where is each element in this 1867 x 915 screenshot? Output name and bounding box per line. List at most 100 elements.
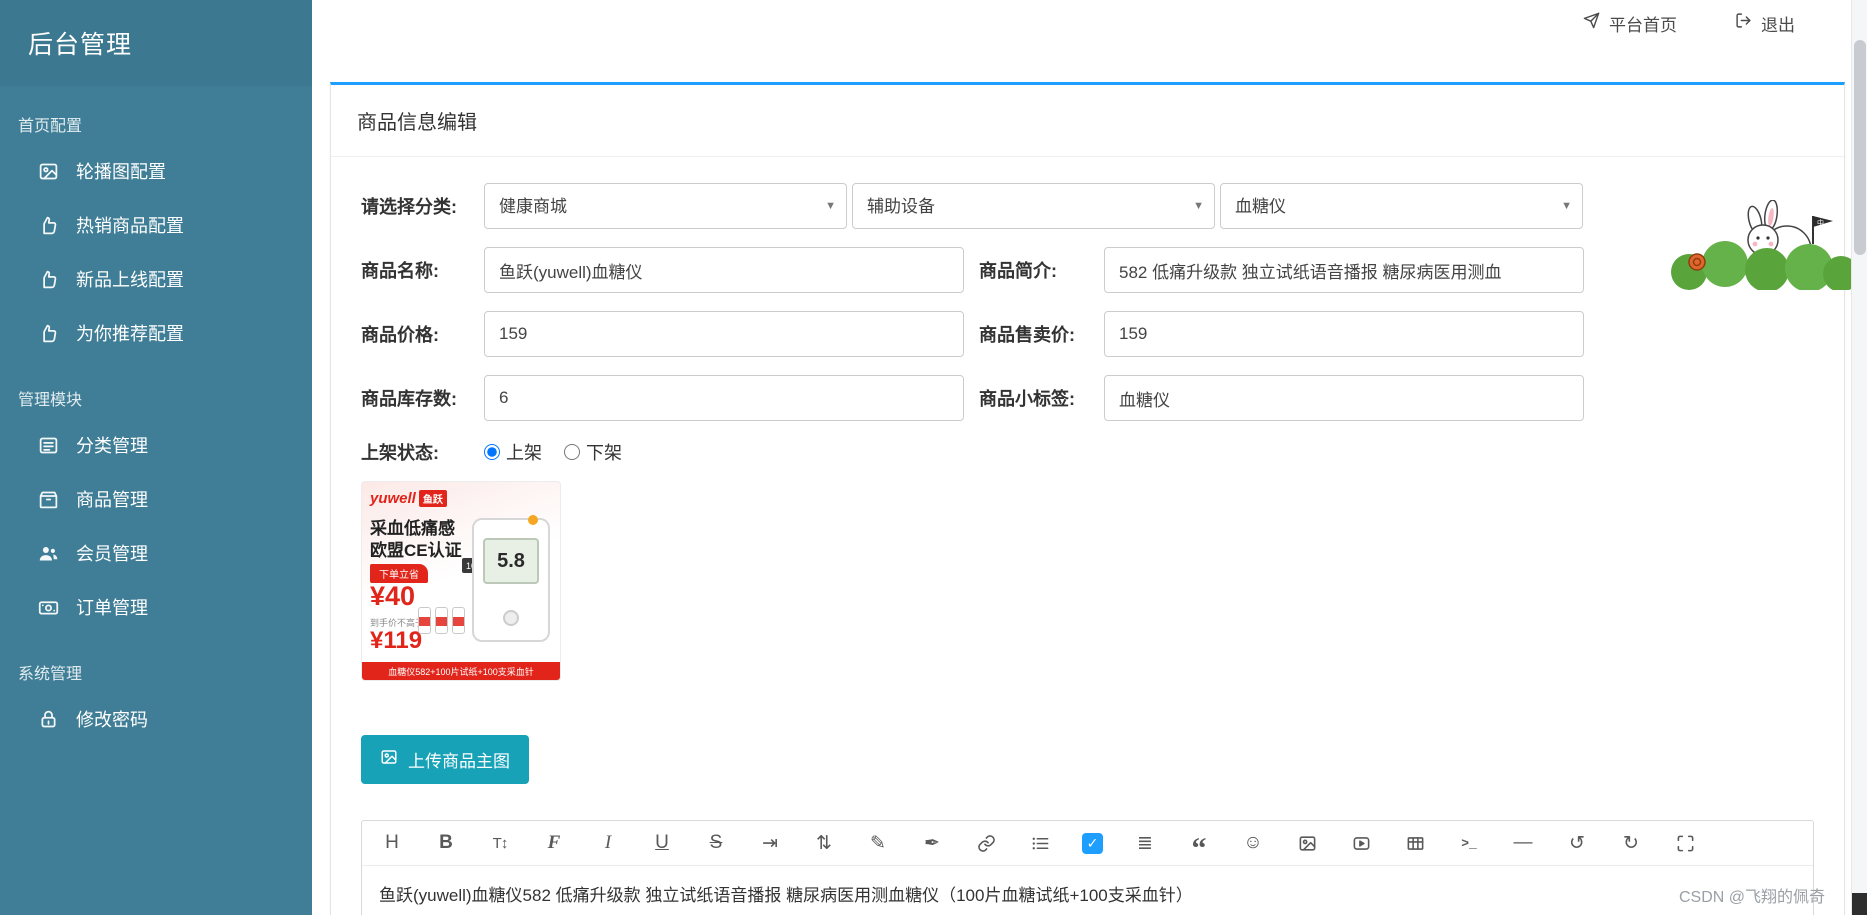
- upload-main-image-button[interactable]: 上传商品主图: [361, 735, 529, 784]
- product-sale-price-input[interactable]: [1104, 311, 1584, 357]
- product-main-image-preview[interactable]: yuwell鱼跃 采血低痛感 欧盟CE认证 100片 下单立省 ¥40 到手价不…: [361, 481, 561, 681]
- font-color-brush-icon[interactable]: ✒: [920, 831, 944, 855]
- status-on-radio[interactable]: [484, 444, 500, 460]
- quote-icon[interactable]: “: [1187, 831, 1211, 864]
- paper-plane-icon: [1583, 12, 1600, 34]
- bold-icon[interactable]: B: [434, 831, 458, 855]
- fullscreen-icon[interactable]: [1673, 831, 1697, 855]
- status-on-option[interactable]: 上架: [484, 439, 542, 465]
- promo-headline-2: 欧盟CE认证: [370, 541, 462, 560]
- insert-image-icon[interactable]: [1295, 831, 1319, 855]
- category-select-level2[interactable]: 辅助设备: [852, 183, 1215, 229]
- sidebar-item-label: 修改密码: [76, 710, 148, 730]
- sidebar-item-label: 新品上线配置: [76, 270, 184, 290]
- promo-bottom-strip: 血糖仪582+100片试纸+100支采血针: [362, 662, 560, 680]
- thumbs-up-icon: [36, 214, 60, 236]
- sidebar-item-member-management[interactable]: 会员管理: [0, 526, 312, 580]
- product-tag-input[interactable]: [1104, 375, 1584, 421]
- product-price-label: 商品价格:: [361, 325, 439, 345]
- sidebar-item-label: 热销商品配置: [76, 216, 184, 236]
- code-block-icon[interactable]: >_: [1457, 831, 1481, 855]
- promo-price: ¥119: [370, 627, 423, 654]
- users-icon: [36, 542, 60, 564]
- status-off-option[interactable]: 下架: [564, 439, 622, 465]
- insert-video-icon[interactable]: [1349, 831, 1373, 855]
- insert-table-icon[interactable]: [1403, 831, 1427, 855]
- archive-box-icon: [36, 488, 60, 510]
- product-intro-label: 商品简介:: [979, 261, 1057, 281]
- editor-toolbar: H B T↕ F I U S ⇥ ⇅ ✎ ✒ ✓ ≣ “ ☺ >_ — ↺ ↻: [362, 821, 1813, 866]
- thumbs-up-icon: [36, 268, 60, 290]
- horizontal-rule-icon[interactable]: —: [1511, 831, 1535, 855]
- product-sale-price-label: 商品售卖价:: [979, 325, 1075, 345]
- status-off-radio[interactable]: [564, 444, 580, 460]
- sidebar-item-hot-products-config[interactable]: 热销商品配置: [0, 198, 312, 252]
- scrollbar-thumb[interactable]: [1854, 40, 1866, 255]
- emoji-icon[interactable]: ☺: [1241, 831, 1265, 855]
- logout-link[interactable]: 退出: [1735, 11, 1795, 36]
- align-justify-icon[interactable]: ≣: [1133, 831, 1157, 855]
- product-edit-card: 商品信息编辑 请选择分类: 健康商城 ▼ 辅助设备 ▼ 血糖仪 ▼ 商品名称: …: [330, 82, 1845, 915]
- topbar: 平台首页 退出: [312, 0, 1867, 46]
- sidebar-item-order-management[interactable]: 订单管理: [0, 580, 312, 634]
- sidebar-item-change-password[interactable]: 修改密码: [0, 692, 312, 746]
- indent-icon[interactable]: ⇥: [758, 831, 782, 855]
- sidebar-item-new-products-config[interactable]: 新品上线配置: [0, 252, 312, 306]
- heading-icon[interactable]: H: [380, 831, 404, 855]
- status-row: 上架状态: 上架 下架: [361, 439, 1814, 465]
- redo-icon[interactable]: ↻: [1619, 831, 1643, 855]
- product-intro-input[interactable]: [1104, 247, 1584, 293]
- name-intro-row: 商品名称: 商品简介:: [361, 247, 1814, 293]
- rich-text-editor: H B T↕ F I U S ⇥ ⇅ ✎ ✒ ✓ ≣ “ ☺ >_ — ↺ ↻ …: [361, 820, 1814, 915]
- csdn-watermark: CSDN @飞翔的佩奇: [1678, 889, 1825, 906]
- app-title: 后台管理: [0, 0, 312, 86]
- sidebar-item-category-management[interactable]: 分类管理: [0, 418, 312, 472]
- money-icon: [36, 596, 60, 618]
- undo-icon[interactable]: ↺: [1565, 831, 1589, 855]
- product-name-input[interactable]: [484, 247, 964, 293]
- sidebar-item-label: 订单管理: [76, 598, 148, 618]
- card-title: 商品信息编辑: [331, 85, 1844, 157]
- sidebar-item-label: 分类管理: [76, 436, 148, 456]
- sidebar-item-recommend-config[interactable]: 为你推荐配置: [0, 306, 312, 360]
- product-stock-input[interactable]: [484, 375, 964, 421]
- sidebar-item-label: 为你推荐配置: [76, 324, 184, 344]
- category-row: 请选择分类: 健康商城 ▼ 辅助设备 ▼ 血糖仪 ▼: [361, 183, 1814, 229]
- upload-button-label: 上传商品主图: [408, 752, 510, 771]
- promo-brand: yuwell 鱼跃: [370, 490, 447, 507]
- highlight-pen-icon[interactable]: ✎: [866, 831, 890, 855]
- strikethrough-icon[interactable]: S: [704, 831, 728, 855]
- product-price-input[interactable]: [484, 311, 964, 357]
- platform-home-link[interactable]: 平台首页: [1583, 11, 1677, 36]
- sidebar-item-label: 会员管理: [76, 544, 148, 564]
- product-tag-label: 商品小标签:: [979, 389, 1075, 409]
- sidebar-item-product-management[interactable]: 商品管理: [0, 472, 312, 526]
- logout-label: 退出: [1761, 15, 1795, 35]
- todo-checkbox-icon[interactable]: ✓: [1082, 832, 1103, 854]
- lock-icon: [36, 708, 60, 730]
- sidebar: 后台管理 首页配置 轮播图配置 热销商品配置 新品上线配置 为你推荐配置 管理模…: [0, 0, 312, 915]
- promo-save-amount: ¥40: [370, 581, 416, 611]
- category-select-level1[interactable]: 健康商城: [484, 183, 847, 229]
- price-row: 商品价格: 商品售卖价:: [361, 311, 1814, 357]
- status-label: 上架状态:: [361, 443, 439, 463]
- font-size-icon[interactable]: T↕: [488, 831, 512, 855]
- underline-icon[interactable]: U: [650, 831, 674, 855]
- italic-icon[interactable]: I: [596, 831, 620, 855]
- test-strip-vials: [418, 607, 465, 634]
- meter-indicator-dot: [528, 515, 538, 525]
- editor-content[interactable]: 鱼跃(yuwell)血糖仪582 低痛升级款 独立试纸语音播报 糖尿病医用测血糖…: [362, 866, 1813, 915]
- scrollbar-corner: [1852, 893, 1867, 915]
- link-icon[interactable]: [974, 831, 998, 855]
- status-on-label: 上架: [506, 443, 542, 463]
- sidebar-section-system: 系统管理: [18, 666, 83, 683]
- font-family-icon[interactable]: F: [542, 831, 566, 855]
- sidebar-item-carousel-config[interactable]: 轮播图配置: [0, 144, 312, 198]
- vertical-scrollbar[interactable]: [1851, 0, 1867, 915]
- line-height-icon[interactable]: ⇅: [812, 831, 836, 855]
- bullet-list-icon[interactable]: [1028, 831, 1052, 855]
- glucose-meter-illustration: 5.8: [472, 515, 550, 642]
- category-select-level3[interactable]: 血糖仪: [1220, 183, 1583, 229]
- main-content: 平台首页 退出 商品信息编辑 请选择分类: 健康商城 ▼ 辅助设备 ▼ 血糖仪 …: [312, 0, 1867, 915]
- meter-button: [503, 610, 519, 626]
